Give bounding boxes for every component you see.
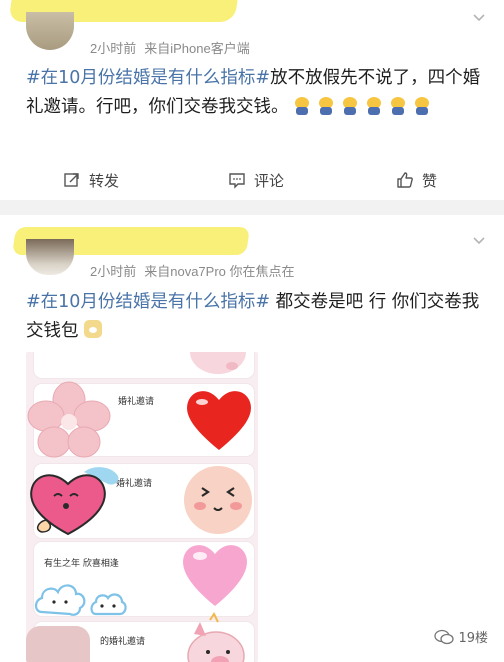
post-meta: 2小时前 来自nova7Pro 你在焦点在 <box>90 261 295 280</box>
wechat-icon <box>434 629 455 644</box>
invitation-card: 婚礼邀请 <box>30 464 254 538</box>
chevron-down-icon[interactable] <box>472 10 486 24</box>
like-label: 赞 <box>422 171 438 190</box>
weibo-post-2: 2小时前 来自nova7Pro 你在焦点在 #在10月份结婚是有什么指标# 都交卷… <box>0 215 504 662</box>
card-text: 的婚礼邀请 <box>100 637 146 647</box>
user-avatar[interactable] <box>26 239 74 275</box>
like-button[interactable]: 赞 <box>396 165 437 195</box>
thumbs-up-icon <box>397 172 413 188</box>
weibo-post-1: 2小时前 来自iPhone客户端 #在10月份结婚是有什么指标#放不放假先不说了，… <box>0 0 504 200</box>
watermark-label: 19楼 <box>458 631 488 646</box>
crying-emoji <box>390 97 406 115</box>
post-separator <box>0 200 504 215</box>
topic-link[interactable]: #在10月份结婚是有什么指标# <box>26 68 270 88</box>
cloud-sticker-icon <box>34 584 127 616</box>
repost-icon <box>64 173 79 187</box>
invitation-card <box>34 352 254 378</box>
topic-link[interactable]: #在10月份结婚是有什么指标# <box>26 292 270 312</box>
dog-emoji <box>84 320 103 338</box>
invitation-card: 婚礼邀请 <box>27 381 254 458</box>
chevron-down-icon[interactable] <box>472 233 486 247</box>
pink-heart-icon <box>183 545 247 606</box>
crying-emoji <box>414 97 430 115</box>
crying-emoji-sequence <box>294 97 438 117</box>
post-source: 来自iPhone客户端 <box>144 41 250 56</box>
crying-emoji <box>366 97 382 115</box>
crying-emoji <box>318 97 334 115</box>
pig-sticker-icon <box>187 612 245 662</box>
crying-emoji <box>342 97 358 115</box>
blurred-sticker <box>26 626 90 662</box>
post-meta: 2小时前 来自iPhone客户端 <box>90 38 250 57</box>
heart-character-sticker-icon <box>30 467 119 536</box>
post-time: 2小时前 <box>90 41 137 56</box>
comment-button[interactable]: 评论 <box>228 165 284 195</box>
watermark: 19楼 <box>434 627 488 646</box>
post-actions-bar: 转发 评论 赞 <box>0 165 504 195</box>
post-time: 2小时前 <box>90 264 137 279</box>
smiling-face-sticker-icon <box>184 466 252 534</box>
card-text: 有生之年 欣喜相逢 <box>44 559 119 569</box>
repost-label: 转发 <box>89 171 120 190</box>
user-avatar[interactable] <box>26 12 74 50</box>
comment-icon <box>229 173 245 189</box>
comment-label: 评论 <box>254 171 285 190</box>
card-text: 婚礼邀请 <box>118 397 155 407</box>
crying-emoji <box>294 97 310 115</box>
post-image[interactable]: 婚礼邀请 婚礼邀请 有生之年 欣喜相逢 的婚礼邀请 <box>26 352 258 662</box>
post-content: #在10月份结婚是有什么指标# 都交卷是吧 行 你们交卷我交钱包 <box>26 288 492 346</box>
repost-button[interactable]: 转发 <box>63 165 119 195</box>
invitation-card: 有生之年 欣喜相逢 <box>34 542 254 616</box>
invitation-card: 的婚礼邀请 <box>26 612 254 662</box>
flower-sticker-icon <box>27 381 111 458</box>
pig-sticker-icon <box>190 352 246 374</box>
post-source: 来自nova7Pro 你在焦点在 <box>144 264 295 279</box>
red-heart-icon <box>187 391 251 450</box>
post-content: #在10月份结婚是有什么指标#放不放假先不说了，四个婚礼邀请。行吧，你们交卷我交… <box>26 64 492 122</box>
